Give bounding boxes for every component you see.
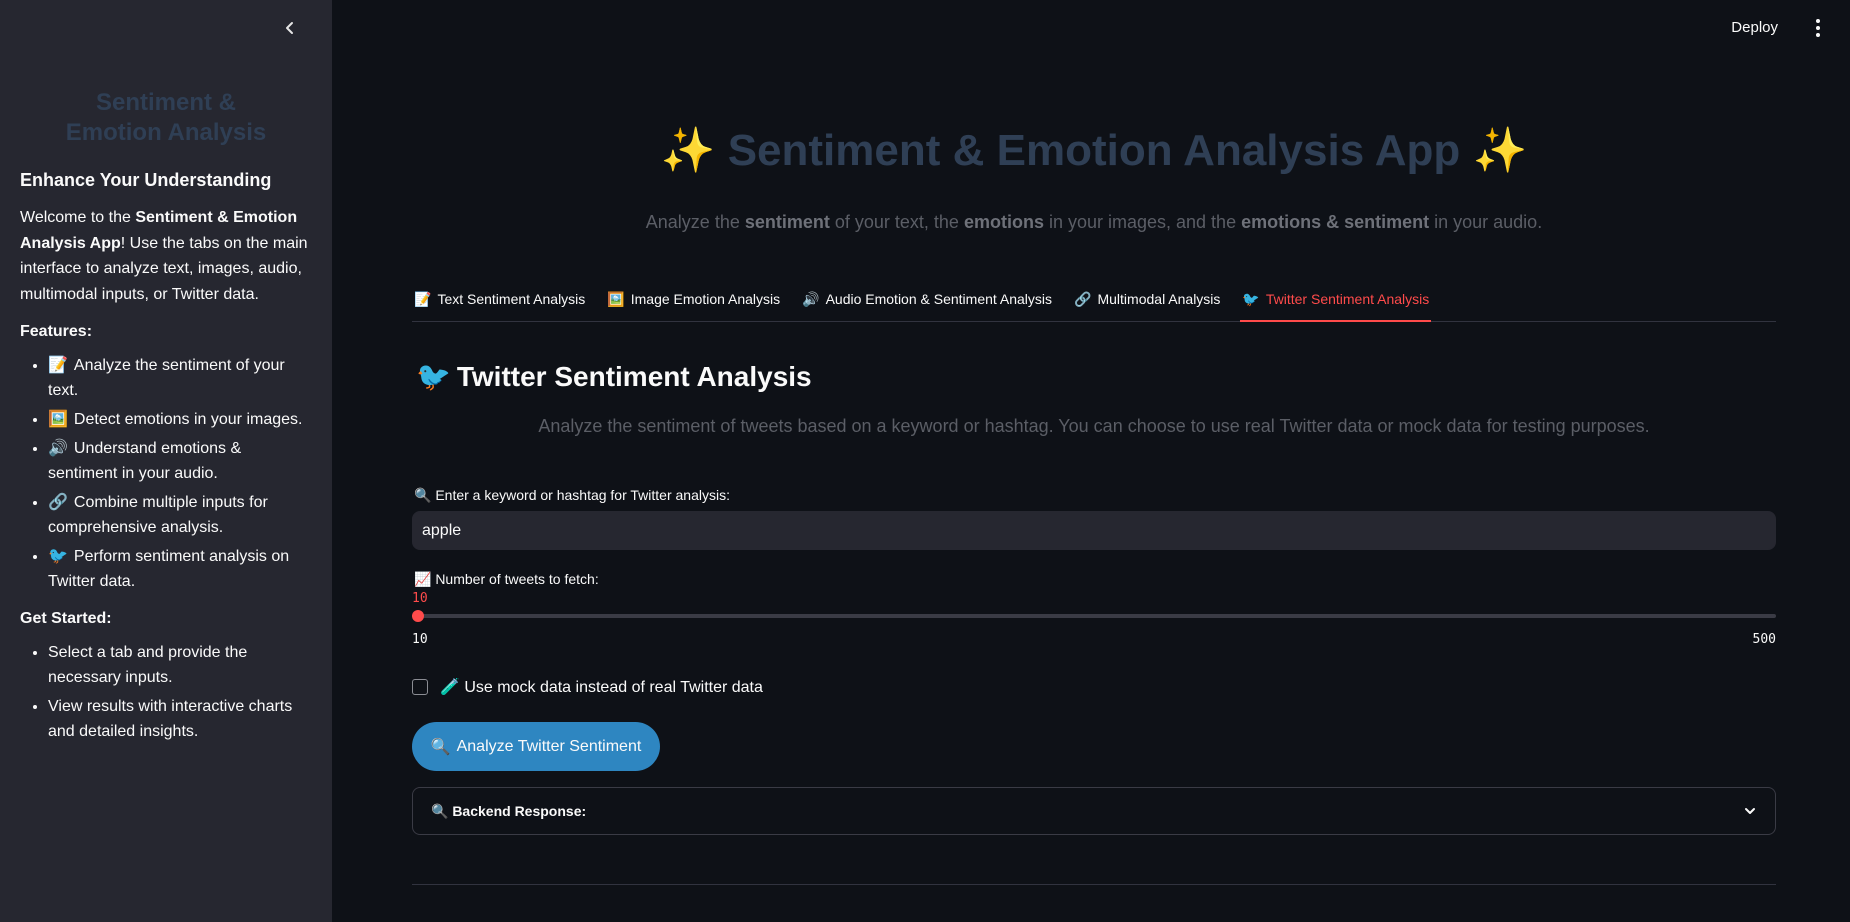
tab-audio-emotion[interactable]: 🔊 Audio Emotion & Sentiment Analysis bbox=[800, 286, 1054, 322]
subtitle-part: of your text, the bbox=[829, 212, 964, 232]
subtitle-bold: emotions bbox=[963, 212, 1044, 232]
feature-text: Combine multiple inputs for comprehensiv… bbox=[48, 494, 268, 536]
feature-text: Analyze the sentiment of your text. bbox=[48, 357, 285, 399]
memo-icon: 📝 bbox=[414, 291, 432, 307]
bird-icon: 🐦 bbox=[48, 548, 68, 565]
feature-item: 🔊Understand emotions & sentiment in your… bbox=[48, 436, 312, 486]
feature-text: Perform sentiment analysis on Twitter da… bbox=[48, 548, 290, 590]
sidebar-welcome: Welcome to the Sentiment & Emotion Analy… bbox=[20, 205, 312, 307]
tweets-slider-track[interactable] bbox=[412, 614, 1776, 618]
sidebar: Sentiment & Emotion Analysis Enhance You… bbox=[0, 0, 332, 922]
feature-item: 🔗Combine multiple inputs for comprehensi… bbox=[48, 490, 312, 540]
picture-icon: 🖼️ bbox=[607, 291, 625, 307]
chevron-down-icon bbox=[1745, 808, 1755, 814]
link-icon: 🔗 bbox=[48, 494, 68, 511]
tab-label: Image Emotion Analysis bbox=[630, 291, 781, 307]
memo-icon: 📝 bbox=[48, 357, 68, 374]
section-description: Analyze the sentiment of tweets based on… bbox=[538, 416, 1650, 436]
feature-item: 🐦Perform sentiment analysis on Twitter d… bbox=[48, 544, 312, 594]
page-title-text: Sentiment & Emotion Analysis App bbox=[727, 126, 1461, 175]
bird-icon: 🐦 bbox=[416, 361, 451, 392]
analyze-twitter-button[interactable]: 🔍 Analyze Twitter Sentiment bbox=[412, 722, 660, 771]
tab-label: Multimodal Analysis bbox=[1097, 291, 1221, 307]
get-started-label: Get Started: bbox=[20, 610, 112, 627]
bird-icon: 🐦 bbox=[1242, 291, 1260, 307]
slider-current-value: 10 bbox=[412, 591, 428, 606]
slider-max-label: 500 bbox=[1752, 632, 1776, 647]
mock-data-checkbox[interactable] bbox=[412, 679, 428, 695]
mock-data-toggle[interactable]: 🧪 Use mock data instead of real Twitter … bbox=[412, 677, 763, 697]
divider bbox=[412, 884, 1776, 885]
link-icon: 🔗 bbox=[1074, 291, 1092, 307]
speaker-icon: 🔊 bbox=[802, 291, 820, 307]
analyze-button-label: Analyze Twitter Sentiment bbox=[456, 737, 642, 755]
speaker-icon: 🔊 bbox=[48, 440, 68, 457]
tab-label: Text Sentiment Analysis bbox=[437, 291, 586, 307]
feature-text: Detect emotions in your images. bbox=[73, 411, 303, 428]
slider-min-label: 10 bbox=[412, 632, 428, 647]
feature-item: 📝Analyze the sentiment of your text. bbox=[48, 353, 312, 403]
deploy-button[interactable]: Deploy bbox=[1723, 17, 1786, 38]
subtitle-part: Analyze the bbox=[645, 212, 745, 232]
picture-icon: 🖼️ bbox=[48, 411, 68, 428]
tab-label: Audio Emotion & Sentiment Analysis bbox=[825, 291, 1053, 307]
more-menu-button[interactable] bbox=[1808, 16, 1828, 40]
sidebar-title: Sentiment & Emotion Analysis bbox=[65, 89, 267, 146]
tab-text-sentiment[interactable]: 📝 Text Sentiment Analysis bbox=[412, 286, 587, 322]
main-area: Deploy ✨ Sentiment & Emotion Analysis Ap… bbox=[332, 0, 1850, 922]
tab-twitter-sentiment[interactable]: 🐦 Twitter Sentiment Analysis bbox=[1240, 286, 1432, 322]
feature-text: Understand emotions & sentiment in your … bbox=[48, 440, 242, 482]
keyword-input[interactable] bbox=[412, 511, 1776, 550]
backend-response-label: 🔍 Backend Response: bbox=[431, 802, 587, 819]
tweets-count-label: 📈 Number of tweets to fetch: bbox=[414, 571, 599, 587]
dot-icon bbox=[1816, 19, 1820, 23]
subtitle-bold: emotions & sentiment bbox=[1241, 212, 1430, 232]
sidebar-collapse-button[interactable] bbox=[278, 16, 302, 40]
features-list: 📝Analyze the sentiment of your text. 🖼️ D… bbox=[20, 353, 312, 594]
subtitle-part: in your audio. bbox=[1429, 212, 1543, 232]
subtitle-bold: sentiment bbox=[744, 212, 830, 232]
page-subtitle: Analyze the sentiment of your text, the … bbox=[412, 212, 1776, 233]
tab-multimodal[interactable]: 🔗 Multimodal Analysis bbox=[1072, 286, 1222, 322]
welcome-pre: Welcome to the bbox=[20, 209, 136, 226]
sidebar-heading: Enhance Your Understanding bbox=[20, 170, 272, 190]
dot-icon bbox=[1816, 33, 1820, 37]
tab-label: Twitter Sentiment Analysis bbox=[1265, 291, 1430, 307]
section-title-text: Twitter Sentiment Analysis bbox=[456, 361, 812, 392]
page-title: ✨ Sentiment & Emotion Analysis App ✨ bbox=[412, 124, 1776, 176]
chevron-left-icon bbox=[286, 22, 293, 34]
feature-item: 🖼️ Detect emotions in your images. bbox=[48, 407, 312, 432]
tab-image-emotion[interactable]: 🖼️ Image Emotion Analysis bbox=[605, 286, 782, 322]
mock-data-label: 🧪 Use mock data instead of real Twitter … bbox=[440, 679, 763, 696]
get-started-list: Select a tab and provide the necessary i… bbox=[20, 640, 312, 744]
sparkles-icon: ✨ bbox=[1472, 126, 1528, 175]
search-icon: 🔍 bbox=[430, 738, 451, 756]
dot-icon bbox=[1816, 26, 1820, 30]
sparkles-icon: ✨ bbox=[660, 126, 716, 175]
features-label: Features: bbox=[20, 323, 93, 340]
keyword-label: 🔍 Enter a keyword or hashtag for Twitter… bbox=[414, 487, 730, 503]
app-root: Sentiment & Emotion Analysis Enhance You… bbox=[0, 0, 1850, 922]
subtitle-part: in your images, and the bbox=[1043, 212, 1242, 232]
tweets-slider-thumb[interactable] bbox=[412, 610, 424, 622]
backend-response-expander[interactable]: 🔍 Backend Response: bbox=[412, 787, 1776, 835]
tab-bar: 📝 Text Sentiment Analysis 🖼️ Image Emotion… bbox=[412, 286, 1776, 322]
get-started-item: Select a tab and provide the necessary i… bbox=[48, 640, 312, 690]
get-started-item: View results with interactive charts and… bbox=[48, 694, 312, 744]
section-title: 🐦 Twitter Sentiment Analysis bbox=[416, 360, 812, 393]
